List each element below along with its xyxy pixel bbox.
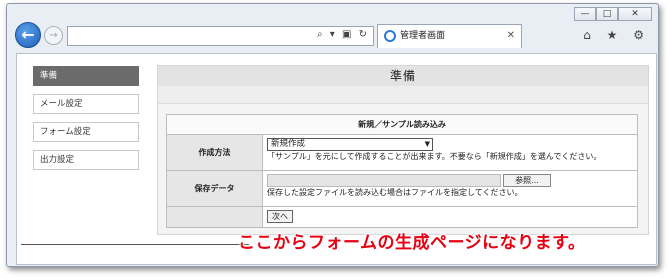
- sidebar-item-mail-settings[interactable]: メール設定: [33, 94, 139, 114]
- form-row-saved-data: 保存データ 参照... 保存した設定ファイルを読み込む場合はファイルを指定してく…: [167, 171, 637, 207]
- saved-data-help-text: 保存した設定ファイルを読み込む場合はファイルを指定してください。: [267, 188, 523, 197]
- saved-data-label: 保存データ: [167, 171, 263, 206]
- browser-tab[interactable]: 管理者画面 ✕: [377, 24, 522, 48]
- tab-close-icon[interactable]: ✕: [507, 25, 515, 47]
- saved-data-body: 参照... 保存した設定ファイルを読み込む場合はファイルを指定してください。: [263, 171, 637, 206]
- maximize-button[interactable]: □: [596, 7, 618, 21]
- next-row-label: [167, 207, 263, 227]
- toolbar-icons[interactable]: ⌂ ★ ⚙: [583, 28, 650, 42]
- divider: [21, 244, 249, 245]
- navigation-bar: ← → ⌕ ▾ ▣ ↻ 管理者画面 ✕ ⌂ ★ ⚙: [7, 20, 658, 50]
- address-bar[interactable]: ⌕ ▾ ▣ ↻: [67, 26, 374, 46]
- chevron-down-icon: ▼: [424, 140, 430, 148]
- sidebar-item-form-settings[interactable]: フォーム設定: [33, 122, 139, 142]
- form-heading: 新規／サンプル読み込み: [167, 115, 637, 135]
- sidebar-item-preparation[interactable]: 準備: [33, 66, 139, 86]
- method-label: 作成方法: [167, 135, 263, 170]
- file-path-input[interactable]: [267, 174, 501, 187]
- sidebar: 準備 メール設定 フォーム設定 出力設定: [33, 66, 139, 178]
- main-panel: 準備 新規／サンプル読み込み 作成方法 新規作成 ▼ 「サンプル」を元にして作成…: [157, 65, 649, 235]
- forward-arrow-icon[interactable]: →: [44, 26, 63, 45]
- next-button[interactable]: 次へ: [267, 210, 293, 223]
- method-body: 新規作成 ▼ 「サンプル」を元にして作成することが出来ます。不要なら「新規作成」…: [263, 135, 637, 170]
- form-table: 新規／サンプル読み込み 作成方法 新規作成 ▼ 「サンプル」を元にして作成するこ…: [166, 114, 638, 228]
- minimize-button[interactable]: —: [574, 7, 596, 21]
- annotation-caption: ここからフォームの生成ページになります。: [238, 233, 586, 253]
- back-arrow-icon[interactable]: ←: [15, 22, 41, 48]
- ie-logo-icon: [384, 30, 396, 42]
- address-bar-icons[interactable]: ⌕ ▾ ▣ ↻: [317, 29, 369, 40]
- tab-title: 管理者画面: [400, 31, 446, 41]
- close-window-button[interactable]: ✕: [618, 7, 652, 21]
- method-select-value: 新規作成: [271, 139, 306, 149]
- form-row-next: 次へ: [167, 207, 637, 227]
- method-select[interactable]: 新規作成 ▼: [267, 138, 433, 151]
- method-help-text: 「サンプル」を元にして作成することが出来ます。不要なら「新規作成」を選んでくださ…: [267, 152, 602, 161]
- sidebar-item-output-settings[interactable]: 出力設定: [33, 150, 139, 170]
- page-title: 準備: [158, 66, 648, 86]
- title-band: [158, 86, 648, 104]
- window-controls: — □ ✕: [574, 7, 652, 21]
- next-row-body: 次へ: [263, 207, 637, 227]
- browse-button[interactable]: 参照...: [503, 174, 551, 187]
- file-picker: 参照...: [267, 174, 633, 187]
- form-row-method: 作成方法 新規作成 ▼ 「サンプル」を元にして作成することが出来ます。不要なら「…: [167, 135, 637, 171]
